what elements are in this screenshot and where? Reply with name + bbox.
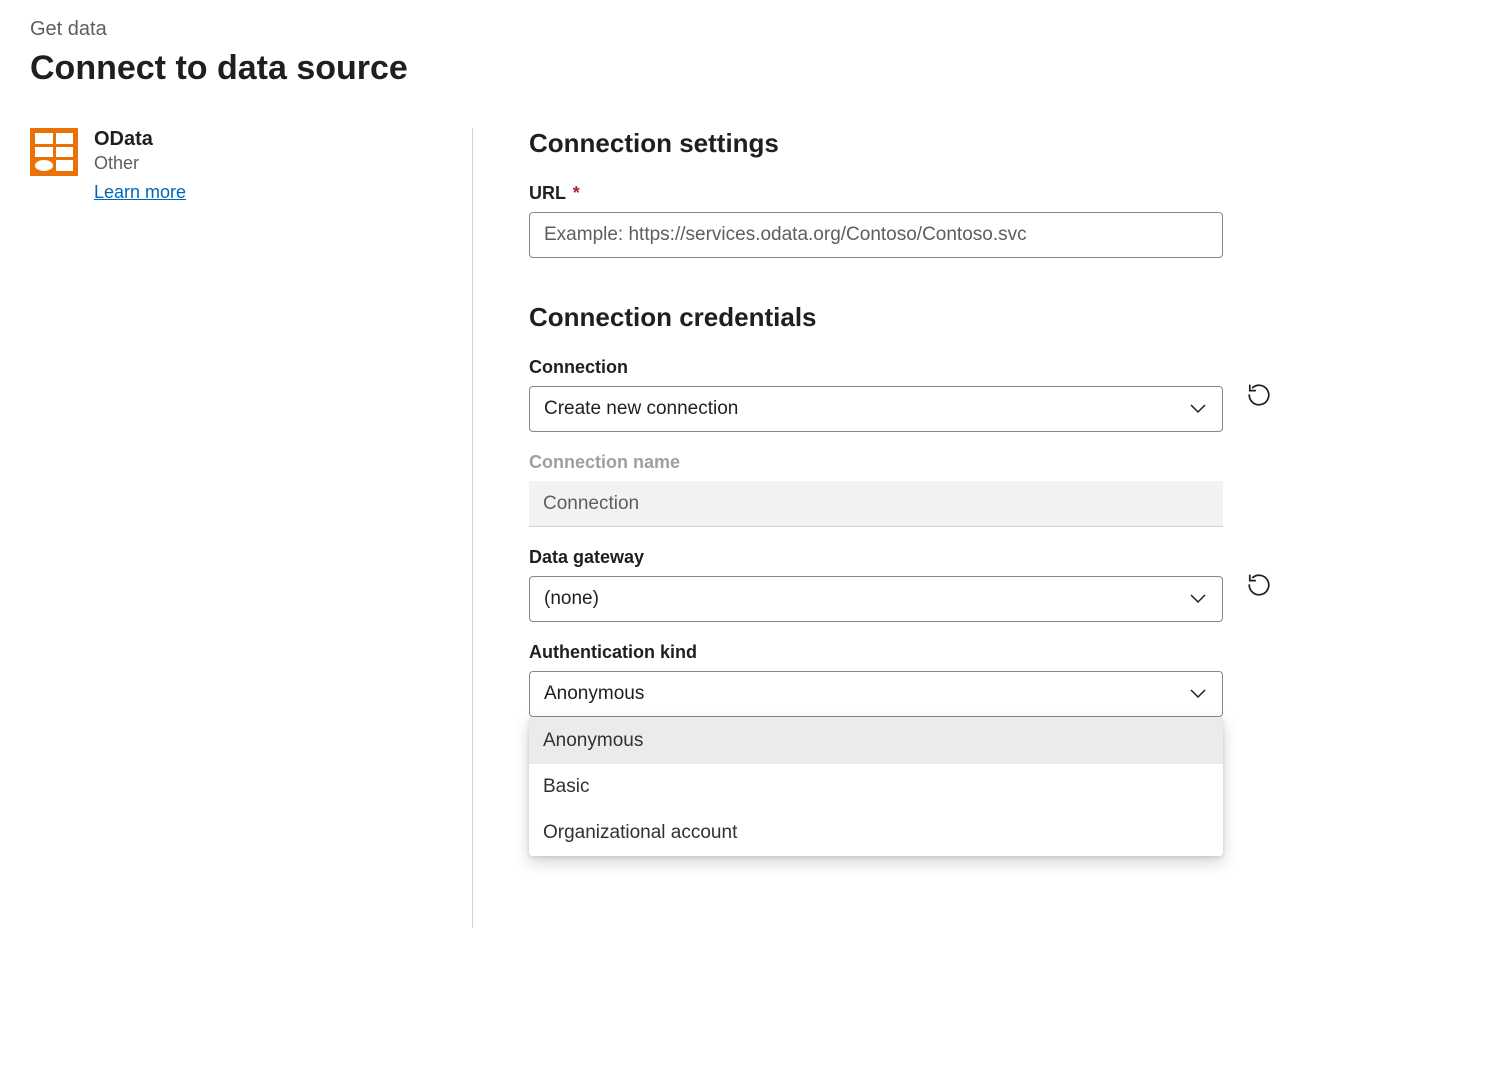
connection-name-input [529,481,1223,527]
connection-field: Connection Create new connection [529,357,1472,432]
authentication-kind-select-value: Anonymous [544,683,644,705]
authentication-kind-field: Authentication kind Anonymous Anonymous … [529,642,1472,717]
required-asterisk: * [573,183,580,203]
data-gateway-field: Data gateway (none) [529,547,1472,622]
connection-label: Connection [529,357,1223,378]
url-field: URL * [529,183,1472,258]
authentication-kind-dropdown: Anonymous Basic Organizational account [529,718,1223,856]
content-layout: OData Other Learn more Connection settin… [30,128,1472,928]
connection-select-value: Create new connection [544,398,738,420]
url-label-text: URL [529,183,566,203]
chevron-down-icon [1190,594,1206,604]
data-gateway-select-value: (none) [544,588,599,610]
settings-panel: Connection settings URL * Connection cre… [473,128,1472,928]
page-title: Connect to data source [30,49,1472,88]
connector-category: Other [94,153,186,174]
chevron-down-icon [1190,404,1206,414]
connection-name-field: Connection name [529,452,1472,527]
connector-summary: OData Other Learn more [30,128,452,203]
odata-icon [30,128,78,176]
auth-option-basic[interactable]: Basic [529,764,1223,810]
gateway-refresh-button[interactable] [1243,569,1275,601]
connection-credentials-heading: Connection credentials [529,302,1472,333]
connection-settings-heading: Connection settings [529,128,1472,159]
url-input[interactable] [529,212,1223,258]
refresh-icon [1246,572,1272,598]
auth-option-anonymous[interactable]: Anonymous [529,718,1223,764]
connection-select[interactable]: Create new connection [529,386,1223,432]
url-label: URL * [529,183,1472,204]
connector-name: OData [94,128,186,151]
refresh-icon [1246,382,1272,408]
data-gateway-select[interactable]: (none) [529,576,1223,622]
chevron-down-icon [1190,689,1206,699]
auth-option-organizational[interactable]: Organizational account [529,810,1223,856]
authentication-kind-select[interactable]: Anonymous Anonymous Basic Organizational… [529,671,1223,717]
breadcrumb: Get data [30,18,1472,41]
learn-more-link[interactable]: Learn more [94,182,186,203]
connector-panel: OData Other Learn more [30,128,473,928]
connection-name-label: Connection name [529,452,1223,473]
data-gateway-label: Data gateway [529,547,1223,568]
connection-refresh-button[interactable] [1243,379,1275,411]
authentication-kind-label: Authentication kind [529,642,1223,663]
